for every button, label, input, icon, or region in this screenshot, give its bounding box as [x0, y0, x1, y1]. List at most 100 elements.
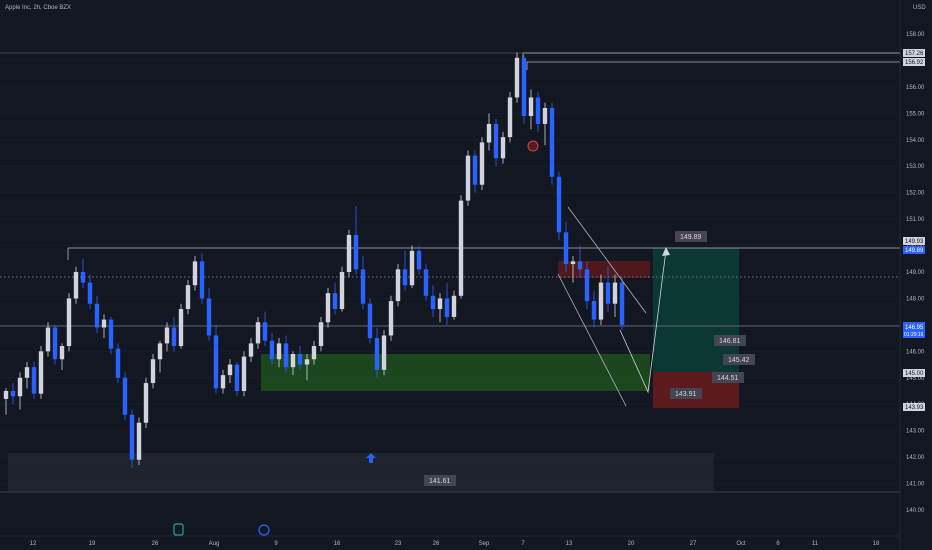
candle-body	[66, 298, 72, 347]
time-tick-label: 20	[628, 541, 635, 547]
candle-body	[458, 200, 464, 296]
currency-label: USD	[913, 5, 926, 11]
candle-body	[101, 319, 107, 328]
time-tick-label: Sep	[479, 541, 490, 547]
time-tick-label: 26	[433, 541, 440, 547]
candle-body	[311, 346, 317, 360]
candle-body	[10, 391, 16, 397]
candle-body	[472, 155, 478, 185]
time-tick-label: 11	[812, 541, 819, 547]
svg-text:146.81: 146.81	[719, 338, 741, 345]
svg-text:145.00: 145.00	[905, 371, 924, 377]
candle-body	[24, 367, 30, 378]
candle-body	[276, 343, 282, 360]
candle-body	[325, 293, 331, 323]
candle-body	[3, 391, 9, 399]
candle-body	[297, 353, 303, 365]
time-tick-label: 26	[152, 541, 159, 547]
candle-body	[486, 123, 492, 143]
price-tick-label: 143.00	[906, 429, 925, 435]
svg-text:143.93: 143.93	[905, 405, 924, 411]
svg-text:143.91: 143.91	[675, 391, 697, 398]
candle-body	[108, 319, 114, 349]
candle-body	[339, 272, 345, 310]
badge-high-b: 156.92	[903, 58, 925, 66]
candle-body	[59, 346, 65, 360]
candle-body	[304, 359, 310, 365]
svg-text:149.93: 149.93	[905, 239, 924, 245]
candle-body	[17, 377, 23, 397]
badge-high-a: 157.26	[903, 49, 925, 57]
candle-body	[423, 269, 429, 296]
candle-body	[570, 261, 576, 265]
svg-text:144.51: 144.51	[717, 375, 739, 382]
candle-body	[605, 282, 611, 304]
entry-label-c: 144.51	[712, 372, 744, 383]
candle-body	[122, 377, 128, 415]
price-tick-label: 151.00	[906, 217, 925, 223]
target-label: 149.89	[675, 231, 707, 242]
candle-body	[241, 356, 247, 391]
candle-body	[409, 250, 415, 286]
time-tick-label: 18	[873, 541, 880, 547]
badge-level-b: 149.89	[903, 246, 925, 254]
symbol-title: Apple Inc, 2h, Cboe BZX	[5, 5, 71, 11]
badge-stop: 145.00	[903, 369, 925, 377]
demand-zone	[261, 354, 650, 391]
candle-body	[444, 298, 450, 317]
trade-marker-icon[interactable]	[527, 140, 539, 152]
candle-body	[192, 261, 198, 286]
price-tick-label: 141.00	[906, 482, 925, 488]
candle-body	[262, 322, 268, 341]
price-tick-label: 155.00	[906, 111, 925, 117]
time-tick-label: Aug	[209, 541, 220, 547]
time-tick-label: 19	[89, 541, 96, 547]
candle-body	[402, 269, 408, 286]
candle-body	[136, 422, 142, 460]
candle-body	[395, 269, 401, 302]
candle-body	[150, 359, 156, 384]
lower-support-zone	[8, 453, 714, 491]
price-chart[interactable]: 149.89 146.81 145.42 144.51 143.91 141.6…	[0, 0, 932, 550]
candle-body	[115, 348, 121, 378]
price-tick-label: 148.00	[906, 296, 925, 302]
candle-body	[332, 293, 338, 310]
candle-body	[213, 335, 219, 389]
badge-low: 143.93	[903, 403, 925, 411]
candle-body	[255, 322, 261, 344]
candle-body	[283, 343, 289, 368]
candle-body	[87, 282, 93, 304]
candle-body	[178, 309, 184, 347]
candle-body	[80, 272, 86, 283]
candle-body	[577, 261, 583, 270]
candle-body	[507, 97, 513, 138]
candle-body	[346, 234, 352, 272]
candle-body	[556, 176, 562, 233]
candle-body	[220, 375, 226, 389]
entry-label-b: 145.42	[723, 354, 755, 365]
svg-text:156.92: 156.92	[905, 60, 924, 66]
candle-body	[73, 272, 79, 299]
candle-body	[31, 367, 37, 394]
candle-body	[360, 269, 366, 304]
candle-body	[584, 269, 590, 302]
candle-body	[157, 343, 163, 360]
profit-target-zone	[653, 248, 739, 372]
entry-label-a: 146.81	[714, 335, 746, 346]
candle-body	[451, 295, 457, 317]
candle-body	[479, 142, 485, 185]
candle-body	[493, 123, 499, 159]
support-label: 141.61	[424, 475, 456, 486]
candle-body	[171, 327, 177, 347]
svg-text:141.61: 141.61	[429, 478, 451, 485]
svg-text:149.89: 149.89	[680, 234, 702, 241]
candle-body	[500, 137, 506, 159]
candle-body	[129, 414, 135, 460]
badge-current-price: 146.9501:29:16	[903, 322, 925, 338]
svg-text:157.26: 157.26	[905, 51, 924, 57]
time-tick-label: 13	[566, 541, 573, 547]
candle-body	[227, 364, 233, 376]
time-tick-label: 27	[690, 541, 697, 547]
candle-body	[199, 261, 205, 299]
candle-body	[528, 97, 534, 116]
